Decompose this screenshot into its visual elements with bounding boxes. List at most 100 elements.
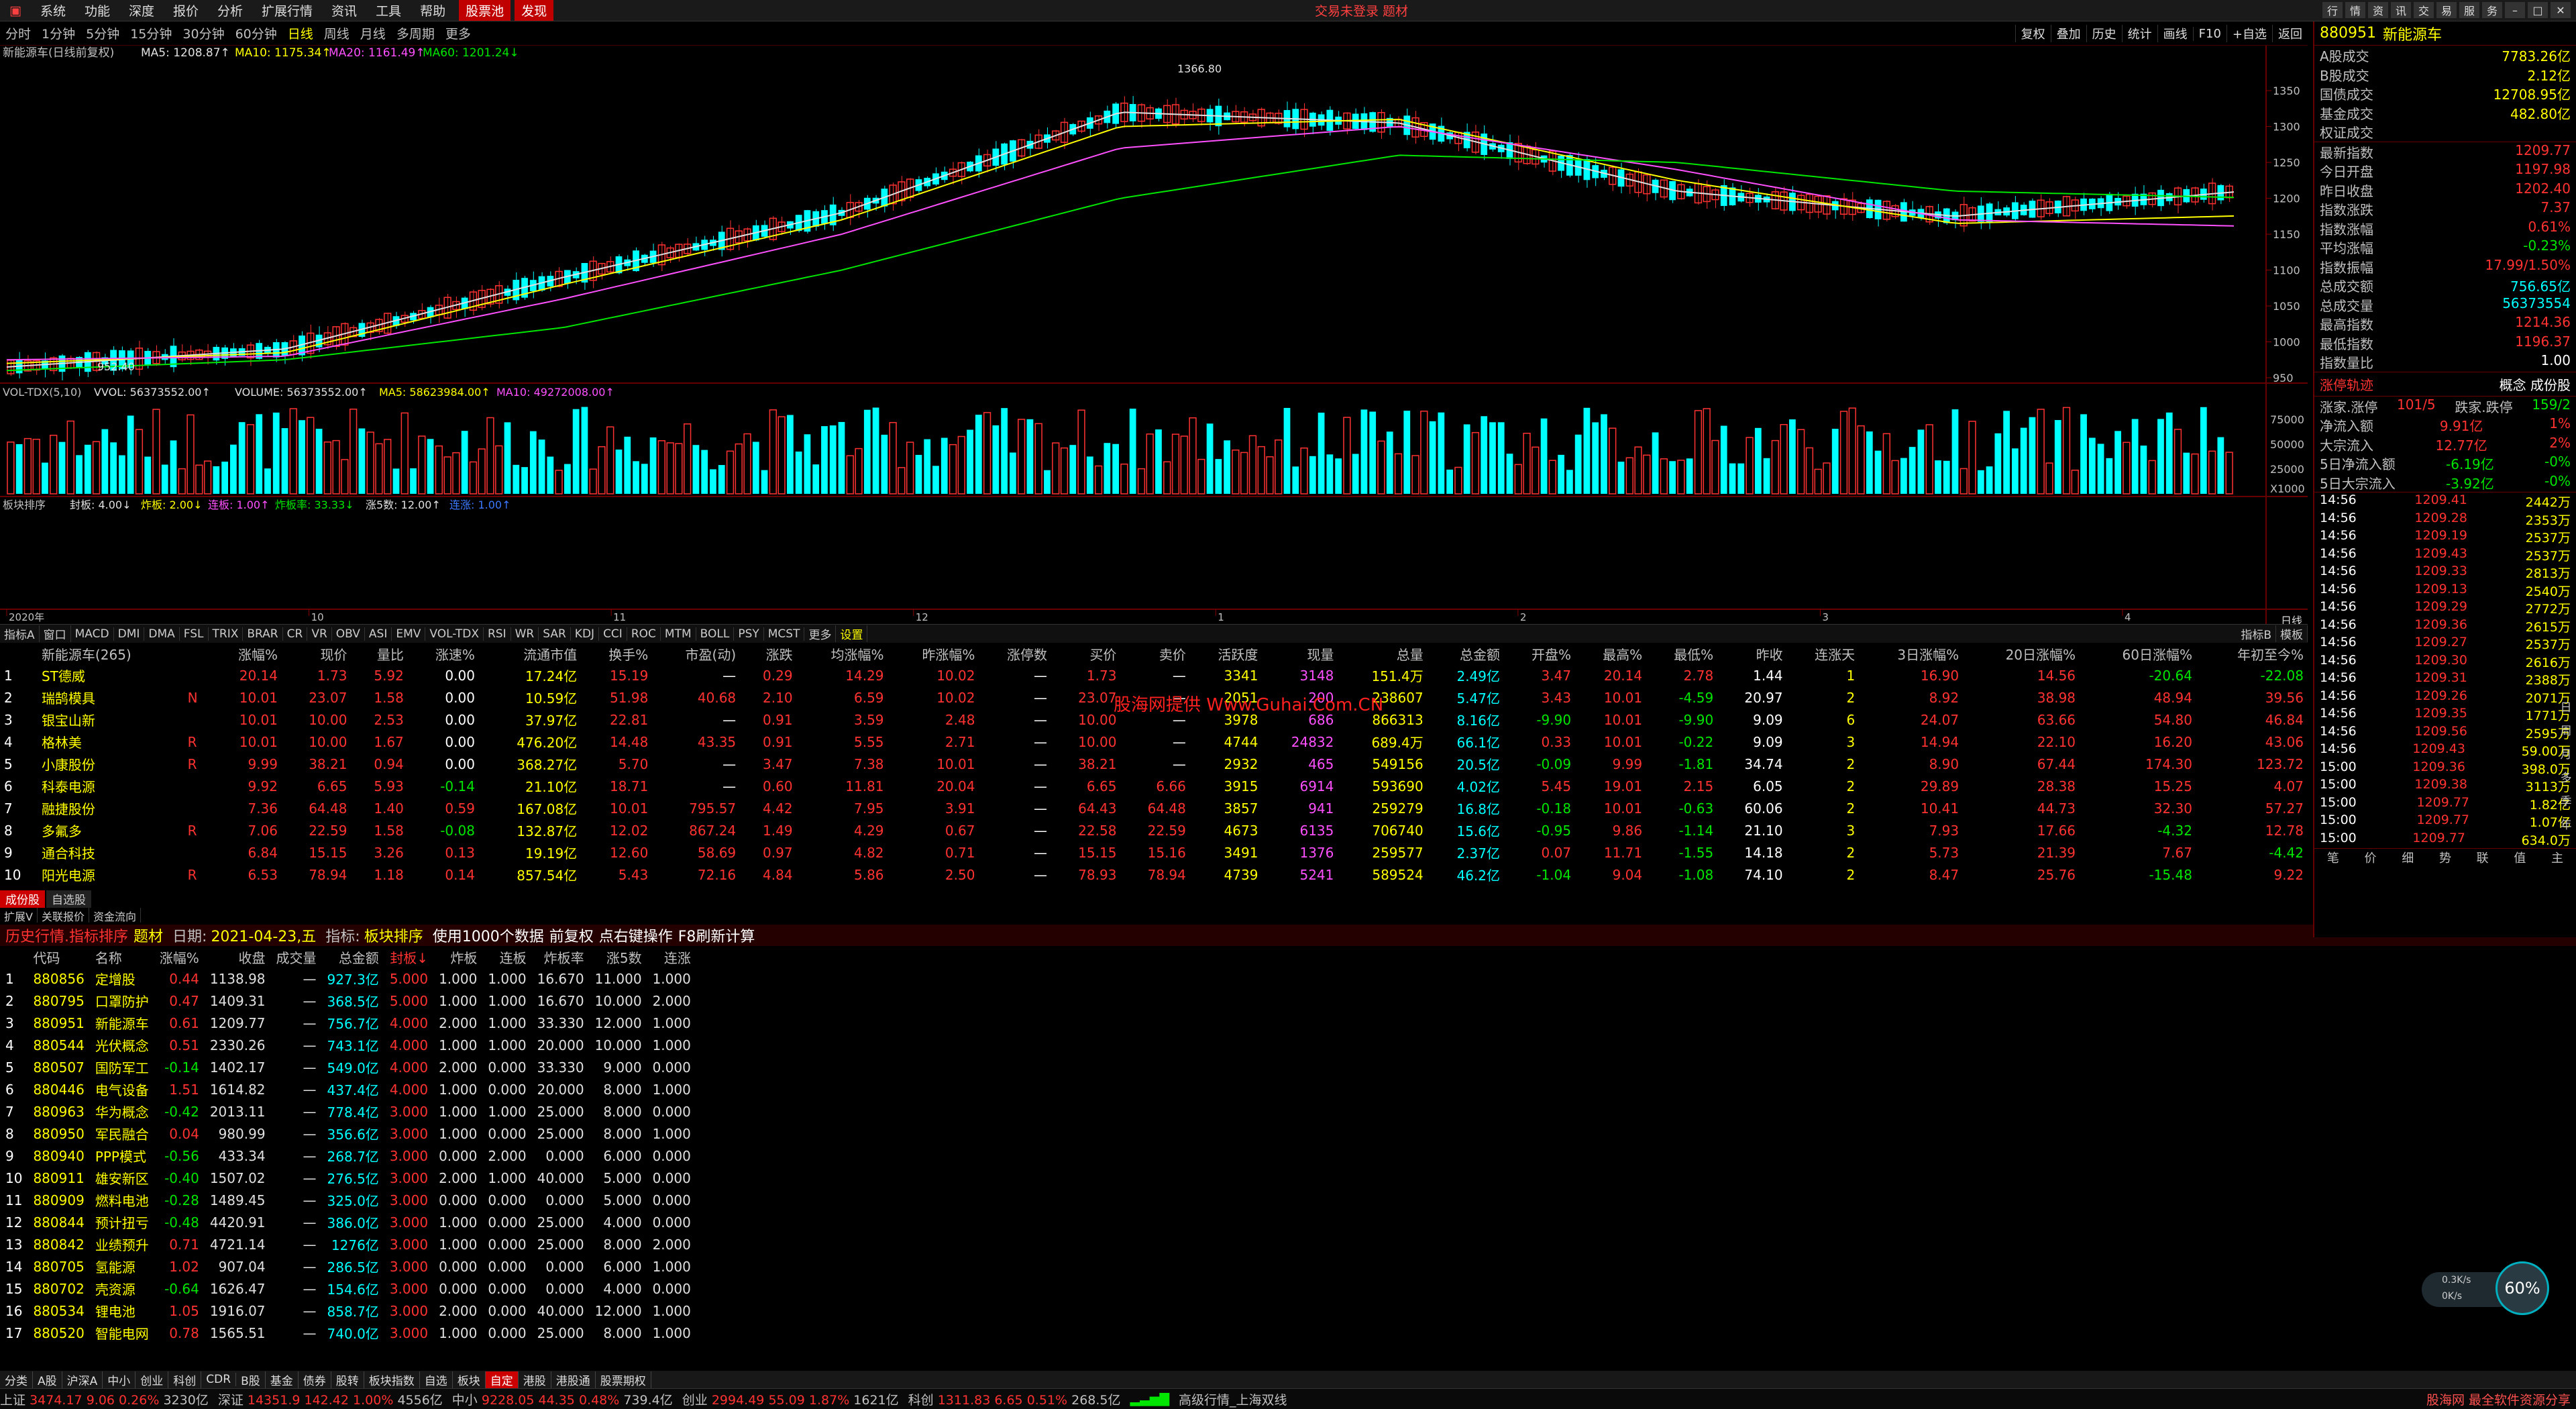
quote-tab-2[interactable]: 情 <box>2345 2 2365 18</box>
discover-button[interactable]: 发现 <box>515 0 554 21</box>
history-column[interactable]: 炸板率 <box>532 946 590 968</box>
history-row[interactable]: 15 880702 壳资源 -0.64 1626.47 — 154.6亿 3.000 0.000… <box>0 1277 696 1300</box>
category-tab[interactable]: 股票期权 <box>596 1371 651 1388</box>
subtab-ext[interactable]: 扩展V <box>0 908 38 923</box>
column-header[interactable]: 昨收 <box>1717 643 1786 664</box>
back-button[interactable]: 返回 <box>2272 25 2308 42</box>
period-5m[interactable]: 5分钟 <box>80 24 125 42</box>
trade-tab[interactable]: 交 <box>2414 2 2434 18</box>
draw-button[interactable]: 画线 <box>2157 25 2193 42</box>
history-row[interactable]: 4 880544 光伏概念 0.51 2330.26 — 743.1亿 4.000 1.000 1… <box>0 1034 696 1056</box>
column-header[interactable]: 量比 <box>351 643 407 664</box>
overlay-button[interactable]: 叠加 <box>2050 25 2086 42</box>
service-tab-2[interactable]: 务 <box>2482 2 2502 18</box>
table-row[interactable]: 8 多氟多 R 7.06 22.59 1.58 -0.08 132.87亿 12.02 867.2… <box>0 819 2308 841</box>
menu-analysis[interactable]: 分析 <box>208 1 252 19</box>
column-header[interactable] <box>0 643 38 664</box>
ind-tab-window[interactable]: 窗口 <box>40 625 71 642</box>
column-header[interactable]: 市盈(动) <box>652 643 740 664</box>
ind-tab-roc[interactable]: ROC <box>627 627 661 641</box>
history-row[interactable]: 7 880963 华为概念 -0.42 2013.11 — 778.4亿 3.000 1.000… <box>0 1100 696 1123</box>
period-multi[interactable]: 多周期 <box>391 24 440 42</box>
history-column[interactable]: 代码 <box>28 946 89 968</box>
column-header[interactable]: 最低% <box>1646 643 1717 664</box>
category-tab[interactable]: 基金 <box>266 1371 299 1388</box>
ind-tab-more[interactable]: 更多 <box>804 625 837 642</box>
ind-tab-vol[interactable]: VOL-TDX <box>425 627 484 641</box>
restore-button[interactable]: 复权 <box>2015 25 2051 42</box>
f10-button[interactable]: F10 <box>2192 26 2226 41</box>
category-tab[interactable]: 创业 <box>136 1371 169 1388</box>
zt-tag[interactable]: 概念 成份股 <box>2500 374 2571 394</box>
ind-tab-vr[interactable]: VR <box>307 627 332 641</box>
column-header[interactable]: 20日涨幅% <box>1963 643 2080 664</box>
tick-tab-main[interactable]: 主 <box>2551 849 2563 866</box>
ind-tab-emv[interactable]: EMV <box>392 627 426 641</box>
history-row[interactable]: 8 880950 军民融合 0.04 980.99 — 356.6亿 3.000 1.000 0.… <box>0 1123 696 1145</box>
period-month[interactable]: 月线 <box>355 24 391 42</box>
ind-tab-cr[interactable]: CR <box>283 627 308 641</box>
column-header[interactable]: 最高% <box>1575 643 1646 664</box>
trade-tab-2[interactable]: 易 <box>2436 2 2457 18</box>
category-tab[interactable]: 股转 <box>331 1371 364 1388</box>
ind-tab-dma[interactable]: DMA <box>144 627 180 641</box>
table-row[interactable]: 5 小康股份 R 9.99 38.21 0.94 0.00 368.27亿 5.70 — 3.47 7… <box>0 753 2308 775</box>
history-column[interactable] <box>0 946 28 968</box>
period-tick[interactable]: 分时 <box>0 24 36 42</box>
column-header[interactable]: 活跃度 <box>1190 643 1263 664</box>
history-column[interactable]: 名称 <box>90 946 154 968</box>
menu-function[interactable]: 功能 <box>75 1 119 19</box>
column-header[interactable]: 60日涨幅% <box>2080 643 2196 664</box>
sh-index[interactable]: 上证 3474.17 9.06 0.26% 3230亿 <box>0 1390 209 1408</box>
column-header[interactable] <box>184 643 211 664</box>
category-tab[interactable]: 债券 <box>299 1371 331 1388</box>
column-header[interactable]: 涨停数 <box>979 643 1051 664</box>
ind-tab-trix[interactable]: TRIX <box>209 627 244 641</box>
history-column[interactable]: 涨幅% <box>154 946 205 968</box>
column-header[interactable]: 总量 <box>1338 643 1427 664</box>
ind-tab-dmi[interactable]: DMI <box>114 627 145 641</box>
history-row[interactable]: 3 880951 新能源车 0.61 1209.77 — 756.7亿 4.000 2.000 1… <box>0 1012 696 1034</box>
column-header[interactable]: 现价 <box>282 643 351 664</box>
menu-news[interactable]: 资讯 <box>322 1 366 19</box>
side-tab-multi[interactable]: 多 <box>2561 768 2572 785</box>
ind-tab-sar[interactable]: SAR <box>539 627 571 641</box>
subtab-related[interactable]: 关联报价 <box>38 908 89 923</box>
subtab-flow[interactable]: 资金流向 <box>89 908 141 923</box>
stats-button[interactable]: 统计 <box>2121 25 2157 42</box>
table-row[interactable]: 9 通合科技 6.84 15.15 3.26 0.13 19.19亿 12.60 58.69 0.… <box>0 841 2308 864</box>
column-header[interactable]: 涨速% <box>408 643 479 664</box>
menu-tools[interactable]: 工具 <box>366 1 411 19</box>
column-header[interactable]: 开盘% <box>1504 643 1575 664</box>
zx-index[interactable]: 中小 9228.05 44.35 0.48% 739.4亿 <box>452 1390 673 1408</box>
history-date[interactable]: 2021-04-23,五 <box>211 925 316 946</box>
history-row[interactable]: 5 880507 国防军工 -0.14 1402.17 — 549.0亿 4.000 2.000… <box>0 1056 696 1078</box>
period-30m[interactable]: 30分钟 <box>177 24 229 42</box>
side-tab-year[interactable]: 年 <box>2561 815 2572 832</box>
ind-tab-b[interactable]: 指标B <box>2237 625 2276 642</box>
ind-tab-template[interactable]: 模板 <box>2276 625 2308 642</box>
period-1m[interactable]: 1分钟 <box>36 24 80 42</box>
history-row[interactable]: 9 880940 PPP模式 -0.56 433.34 — 268.7亿 3.000 0.000… <box>0 1145 696 1167</box>
tick-tab-trend[interactable]: 势 <box>2439 849 2451 866</box>
tab-constituents[interactable]: 成份股 <box>0 890 45 908</box>
ind-tab-rsi[interactable]: RSI <box>484 627 511 641</box>
column-header[interactable]: 3日涨幅% <box>1859 643 1963 664</box>
quote-tab[interactable]: 行 <box>2322 2 2343 18</box>
maximize-icon[interactable]: □ <box>2528 2 2548 18</box>
kline-chart[interactable]: 新能源车(日线前复权) MA5: 1208.87↑ MA10: 1175.34↑… <box>0 46 2308 636</box>
kc-index[interactable]: 科创 1311.83 6.65 0.51% 268.5亿 <box>908 1390 1121 1408</box>
category-tab[interactable]: 板块 <box>453 1371 486 1388</box>
category-tab[interactable]: 自定 <box>485 1371 519 1388</box>
history-row[interactable]: 14 880705 氢能源 1.02 907.04 — 286.5亿 3.000 0.000 0.… <box>0 1255 696 1277</box>
category-tab[interactable]: 分类 <box>0 1371 33 1388</box>
period-day[interactable]: 日线 <box>282 24 319 42</box>
side-tab-season[interactable]: 季 <box>2561 792 2572 808</box>
side-tab-day[interactable]: 日 <box>2561 698 2572 715</box>
side-tab-week[interactable]: 周 <box>2561 721 2572 738</box>
history-row[interactable]: 16 880534 锂电池 1.05 1916.07 — 858.7亿 3.000 2.000 0… <box>0 1300 696 1322</box>
ind-tab-fsl[interactable]: FSL <box>180 627 209 641</box>
ind-tab-mcst[interactable]: MCST <box>764 627 805 641</box>
minimize-icon[interactable]: – <box>2505 2 2525 18</box>
ind-tab-obv[interactable]: OBV <box>332 627 365 641</box>
